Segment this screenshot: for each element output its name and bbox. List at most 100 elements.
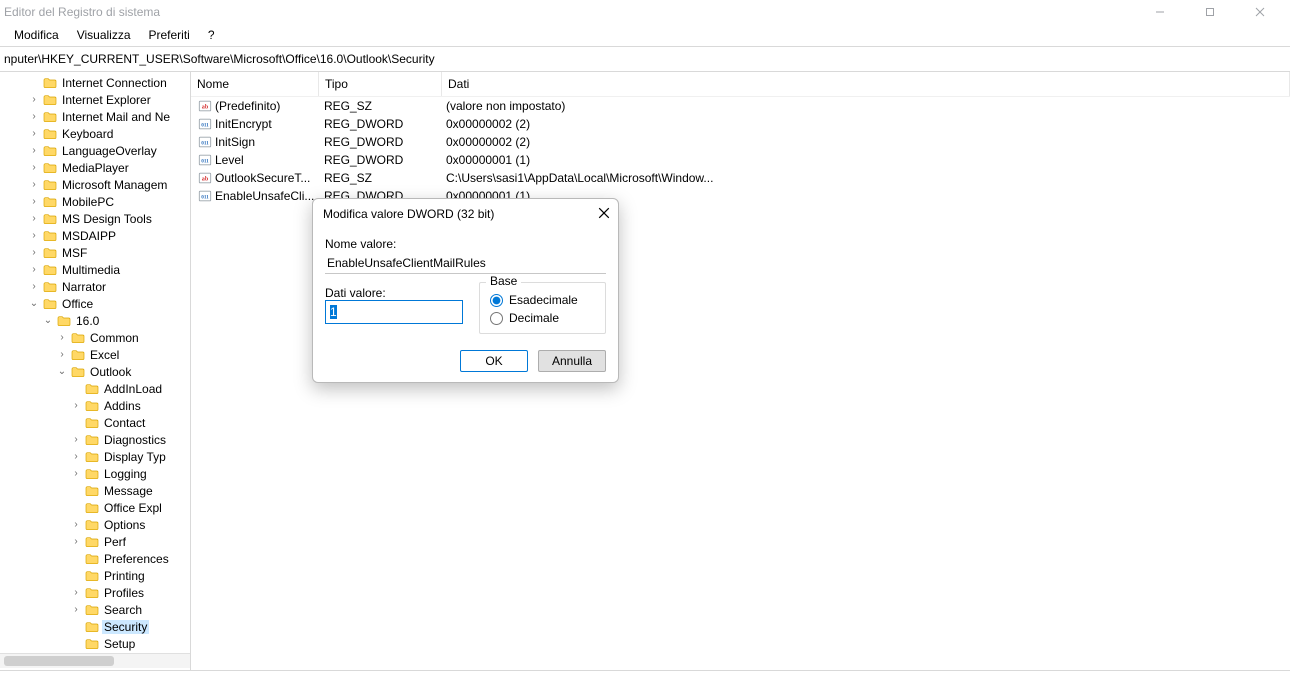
data-value-input[interactable] [325, 300, 463, 324]
menu-item[interactable]: Visualizza [69, 26, 139, 44]
value-row[interactable]: 011InitSignREG_DWORD0x00000002 (2) [191, 133, 1290, 151]
tree-item[interactable]: Preferences [0, 550, 190, 567]
chevron-right-icon[interactable]: › [56, 332, 68, 343]
chevron-right-icon[interactable]: › [70, 451, 82, 462]
cancel-button[interactable]: Annulla [538, 350, 606, 372]
value-data: (valore non impostato) [440, 99, 1290, 113]
chevron-right-icon[interactable]: › [70, 468, 82, 479]
tree-item[interactable]: ›Logging [0, 465, 190, 482]
chevron-right-icon[interactable]: › [28, 230, 40, 241]
tree-item[interactable]: Security [0, 618, 190, 635]
value-row[interactable]: ab(Predefinito)REG_SZ(valore non imposta… [191, 97, 1290, 115]
address-bar[interactable]: nputer\HKEY_CURRENT_USER\Software\Micros… [0, 47, 1290, 72]
tree-item[interactable]: ›Search [0, 601, 190, 618]
tree-item[interactable]: Printing [0, 567, 190, 584]
column-name[interactable]: Nome [191, 72, 319, 96]
tree-item[interactable]: Message [0, 482, 190, 499]
data-label: Dati valore: [325, 286, 463, 300]
tree-item[interactable]: ›Multimedia [0, 261, 190, 278]
tree-item[interactable]: ›Internet Mail and Ne [0, 108, 190, 125]
tree-item[interactable]: ›Profiles [0, 584, 190, 601]
chevron-right-icon[interactable]: › [28, 247, 40, 258]
folder-icon [42, 75, 58, 91]
chevron-right-icon[interactable]: › [70, 604, 82, 615]
tree-item[interactable]: ›Diagnostics [0, 431, 190, 448]
tree-item[interactable]: ⌄ 16.0 [0, 312, 190, 329]
chevron-right-icon[interactable]: › [28, 145, 40, 156]
chevron-right-icon[interactable]: › [70, 587, 82, 598]
tree-item[interactable]: ›MediaPlayer [0, 159, 190, 176]
value-row[interactable]: abOutlookSecureT...REG_SZC:\Users\sasi1\… [191, 169, 1290, 187]
name-value-field[interactable]: EnableUnsafeClientMailRules [325, 253, 606, 274]
dialog-close-icon[interactable] [598, 206, 610, 222]
tree-item[interactable]: ›Common [0, 329, 190, 346]
tree-item[interactable]: Contact [0, 414, 190, 431]
chevron-right-icon[interactable]: › [28, 281, 40, 292]
chevron-right-icon[interactable]: › [56, 349, 68, 360]
values-body[interactable]: ab(Predefinito)REG_SZ(valore non imposta… [191, 97, 1290, 205]
chevron-right-icon[interactable]: › [28, 162, 40, 173]
menu-item[interactable]: Preferiti [141, 26, 198, 44]
binary-value-icon: 011 [197, 188, 213, 204]
chevron-down-icon[interactable]: ⌄ [28, 298, 40, 309]
tree-item[interactable]: ›MobilePC [0, 193, 190, 210]
tree-item[interactable]: ›LanguageOverlay [0, 142, 190, 159]
chevron-right-icon[interactable]: › [28, 213, 40, 224]
tree-item[interactable]: ›Addins [0, 397, 190, 414]
column-data[interactable]: Dati [442, 72, 1290, 96]
chevron-right-icon[interactable]: › [28, 179, 40, 190]
tree-item[interactable]: ›Excel [0, 346, 190, 363]
chevron-right-icon[interactable]: › [70, 434, 82, 445]
chevron-right-icon[interactable]: › [70, 536, 82, 547]
chevron-right-icon[interactable]: › [28, 196, 40, 207]
base-legend: Base [486, 274, 521, 288]
tree-item[interactable]: ›Internet Explorer [0, 91, 190, 108]
tree-item[interactable]: ›Keyboard [0, 125, 190, 142]
radio-hex[interactable]: Esadecimale [490, 293, 595, 307]
tree-item-label: Security [102, 620, 149, 634]
tree-item[interactable]: ⌄Office [0, 295, 190, 312]
tree-item[interactable]: ›Narrator [0, 278, 190, 295]
tree-horizontal-scrollbar[interactable] [0, 653, 190, 668]
minimize-button[interactable] [1138, 1, 1182, 23]
folder-icon [42, 109, 58, 125]
radio-dec-input[interactable] [490, 312, 503, 325]
tree-item[interactable]: ›MSF [0, 244, 190, 261]
tree-item[interactable]: AddInLoad [0, 380, 190, 397]
tree-item[interactable]: Office Expl [0, 499, 190, 516]
maximize-button[interactable] [1188, 1, 1232, 23]
scrollbar-thumb[interactable] [4, 656, 114, 666]
value-row[interactable]: 011LevelREG_DWORD0x00000001 (1) [191, 151, 1290, 169]
svg-text:ab: ab [202, 177, 209, 183]
chevron-right-icon[interactable]: › [28, 264, 40, 275]
chevron-down-icon[interactable]: ⌄ [42, 315, 54, 326]
ok-button[interactable]: OK [460, 350, 528, 372]
tree-item-label: 16.0 [74, 314, 101, 328]
tree-item[interactable]: › MS Design Tools [0, 210, 190, 227]
tree-panel[interactable]: Internet Connection›Internet Explorer›In… [0, 72, 191, 670]
menu-item[interactable]: Modifica [6, 26, 67, 44]
tree-item[interactable]: ›Microsoft Managem [0, 176, 190, 193]
radio-dec[interactable]: Decimale [490, 311, 595, 325]
tree-item[interactable]: ⌄Outlook [0, 363, 190, 380]
value-row[interactable]: 011InitEncryptREG_DWORD0x00000002 (2) [191, 115, 1290, 133]
tree-item[interactable]: ›MSDAIPP [0, 227, 190, 244]
chevron-right-icon[interactable]: › [28, 111, 40, 122]
chevron-right-icon[interactable]: › [28, 94, 40, 105]
tree-item-label: MS Design Tools [60, 212, 154, 226]
radio-hex-input[interactable] [490, 294, 503, 307]
chevron-down-icon[interactable]: ⌄ [56, 366, 68, 377]
tree-item[interactable]: Internet Connection [0, 74, 190, 91]
close-button[interactable] [1238, 1, 1282, 23]
tree-item[interactable]: ›Options [0, 516, 190, 533]
status-bar [0, 670, 1290, 684]
chevron-right-icon[interactable]: › [28, 128, 40, 139]
tree-item[interactable]: Setup [0, 635, 190, 652]
tree-item[interactable]: › Display Typ [0, 448, 190, 465]
column-type[interactable]: Tipo [319, 72, 442, 96]
chevron-right-icon[interactable]: › [70, 519, 82, 530]
chevron-right-icon[interactable]: › [70, 400, 82, 411]
tree-item[interactable]: ›Perf [0, 533, 190, 550]
menu-item[interactable]: ? [200, 26, 223, 44]
tree-item-label: Display Typ [102, 450, 168, 464]
